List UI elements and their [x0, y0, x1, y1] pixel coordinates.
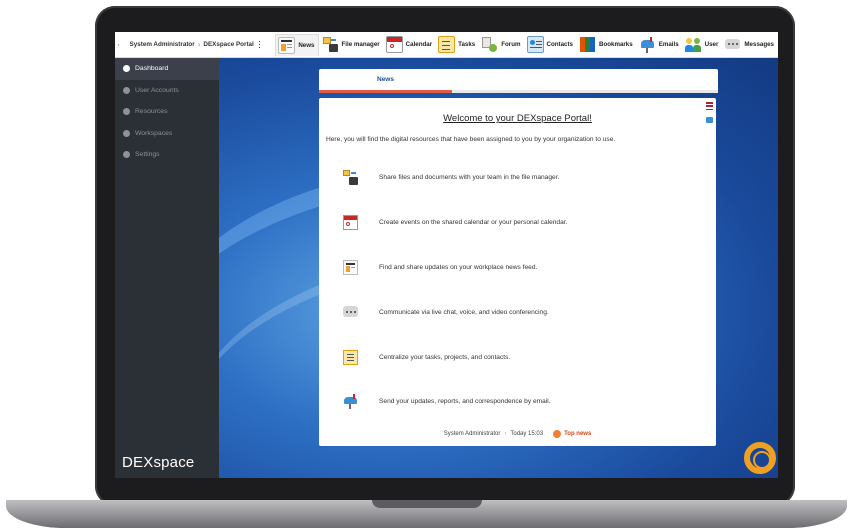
laptop-notch	[372, 500, 482, 508]
list-icon[interactable]	[706, 102, 713, 111]
sidebar-item-label: User Accounts	[135, 86, 179, 94]
card-intro: Here, you will find the digital resource…	[326, 136, 616, 143]
sidebar-item-label: Dashboard	[135, 65, 169, 73]
nav-user-label: User	[704, 41, 719, 48]
messages-icon	[724, 36, 741, 53]
top-news-label: Top news	[564, 431, 592, 437]
news-tab-bar: News	[319, 69, 718, 93]
feature-text: Create events on the shared calendar or …	[379, 219, 568, 226]
file-manager-icon	[322, 36, 339, 53]
feature-item: Communicate via live chat, voice, and vi…	[343, 305, 703, 320]
feature-text: Centralize your tasks, projects, and con…	[379, 354, 511, 361]
news-card: Welcome to your DEXspace Portal! Here, y…	[319, 98, 716, 446]
mailbox-icon	[343, 394, 358, 409]
bookmarks-icon	[579, 36, 596, 53]
sidebar-item-workspaces[interactable]: Workspaces	[115, 123, 219, 145]
help-lifebuoy-icon[interactable]	[744, 442, 776, 474]
tab-news[interactable]: News	[319, 69, 452, 93]
sidebar: Dashboard User Accounts Resources Worksp…	[115, 58, 219, 478]
nav-calendar-label: Calendar	[405, 41, 433, 48]
desktop-area: News Welcome to your DEXspace Portal! He…	[219, 58, 778, 478]
top-nav: News File manager Calendar Tasks Forum C…	[275, 32, 778, 58]
breadcrumb-portal[interactable]: DEXspace Portal	[203, 41, 253, 48]
workspaces-icon	[123, 129, 130, 137]
footer-time: Today 15:03	[510, 431, 544, 437]
emails-icon	[639, 36, 656, 53]
sidebar-item-dashboard[interactable]: Dashboard	[115, 58, 219, 80]
feature-item: Share files and documents with your team…	[343, 170, 703, 185]
file-manager-icon	[343, 170, 358, 185]
top-news-link[interactable]: Top news	[553, 430, 591, 438]
laptop-frame: System Administrator › DEXspace Portal N…	[0, 0, 853, 532]
users-icon	[123, 86, 130, 94]
nav-messages-label: Messages	[744, 41, 774, 48]
top-news-icon	[553, 430, 562, 438]
logo-cube-icon[interactable]	[118, 35, 120, 55]
card-footer: System Administrator › Today 15:03 Top n…	[319, 430, 716, 438]
footer-author[interactable]: System Administrator	[444, 431, 501, 437]
sidebar-item-label: Workspaces	[135, 129, 173, 137]
sidebar-item-settings[interactable]: Settings	[115, 144, 219, 166]
screen: System Administrator › DEXspace Portal N…	[115, 32, 778, 478]
sidebar-item-user-accounts[interactable]: User Accounts	[115, 80, 219, 102]
nav-user[interactable]: User	[683, 34, 722, 56]
sidebar-item-resources[interactable]: Resources	[115, 101, 219, 123]
top-bar: System Administrator › DEXspace Portal N…	[115, 32, 778, 58]
sidebar-item-label: Resources	[135, 108, 168, 116]
nav-forum-label: Forum	[501, 41, 521, 48]
nav-file-manager[interactable]: File manager	[320, 34, 383, 56]
nav-bookmarks-label: Bookmarks	[598, 41, 633, 48]
nav-news[interactable]: News	[275, 33, 319, 56]
nav-tasks[interactable]: Tasks	[436, 34, 478, 56]
feature-item: Centralize your tasks, projects, and con…	[343, 350, 703, 365]
contacts-icon	[526, 36, 544, 53]
feature-text: Communicate via live chat, voice, and vi…	[379, 309, 549, 316]
tasks-icon	[343, 350, 358, 365]
breadcrumb-separator: ›	[197, 40, 201, 49]
news-icon	[343, 260, 358, 275]
menu-icon[interactable]	[258, 40, 260, 49]
feature-item: Send your updates, reports, and correspo…	[343, 394, 703, 409]
footer-separator: ›	[504, 431, 507, 437]
nav-contacts-label: Contacts	[546, 41, 573, 48]
card-title[interactable]: Welcome to your DEXspace Portal!	[319, 113, 716, 124]
nav-emails[interactable]: Emails	[637, 34, 682, 56]
nav-bookmarks[interactable]: Bookmarks	[577, 34, 636, 56]
calendar-icon	[385, 36, 403, 53]
feature-item: Create events on the shared calendar or …	[343, 215, 703, 230]
nav-file-manager-label: File manager	[341, 41, 380, 48]
nav-news-label: News	[298, 41, 315, 49]
resources-icon	[123, 108, 130, 116]
nav-contacts[interactable]: Contacts	[525, 34, 576, 56]
calendar-icon	[343, 215, 358, 230]
nav-calendar[interactable]: Calendar	[384, 34, 435, 56]
tab-strip	[452, 90, 718, 93]
tasks-icon	[438, 36, 456, 53]
settings-icon	[123, 151, 130, 159]
feature-text: Send your updates, reports, and correspo…	[379, 398, 551, 405]
feature-text: Find and share updates on your workplace…	[379, 264, 538, 271]
user-icon	[684, 36, 702, 53]
news-icon	[278, 36, 296, 54]
info-icon	[123, 65, 130, 73]
nav-forum[interactable]: Forum	[479, 34, 523, 56]
forum-icon	[481, 36, 498, 53]
breadcrumb-user[interactable]: System Administrator	[130, 41, 195, 48]
nav-messages[interactable]: Messages	[722, 34, 777, 56]
brand-logo: DEXspace	[122, 454, 195, 471]
feature-text: Share files and documents with your team…	[379, 174, 560, 181]
nav-tasks-label: Tasks	[458, 41, 476, 48]
sidebar-item-label: Settings	[135, 151, 160, 159]
nav-emails-label: Emails	[658, 41, 679, 48]
feature-item: Find and share updates on your workplace…	[343, 260, 703, 275]
chat-icon	[343, 305, 358, 320]
